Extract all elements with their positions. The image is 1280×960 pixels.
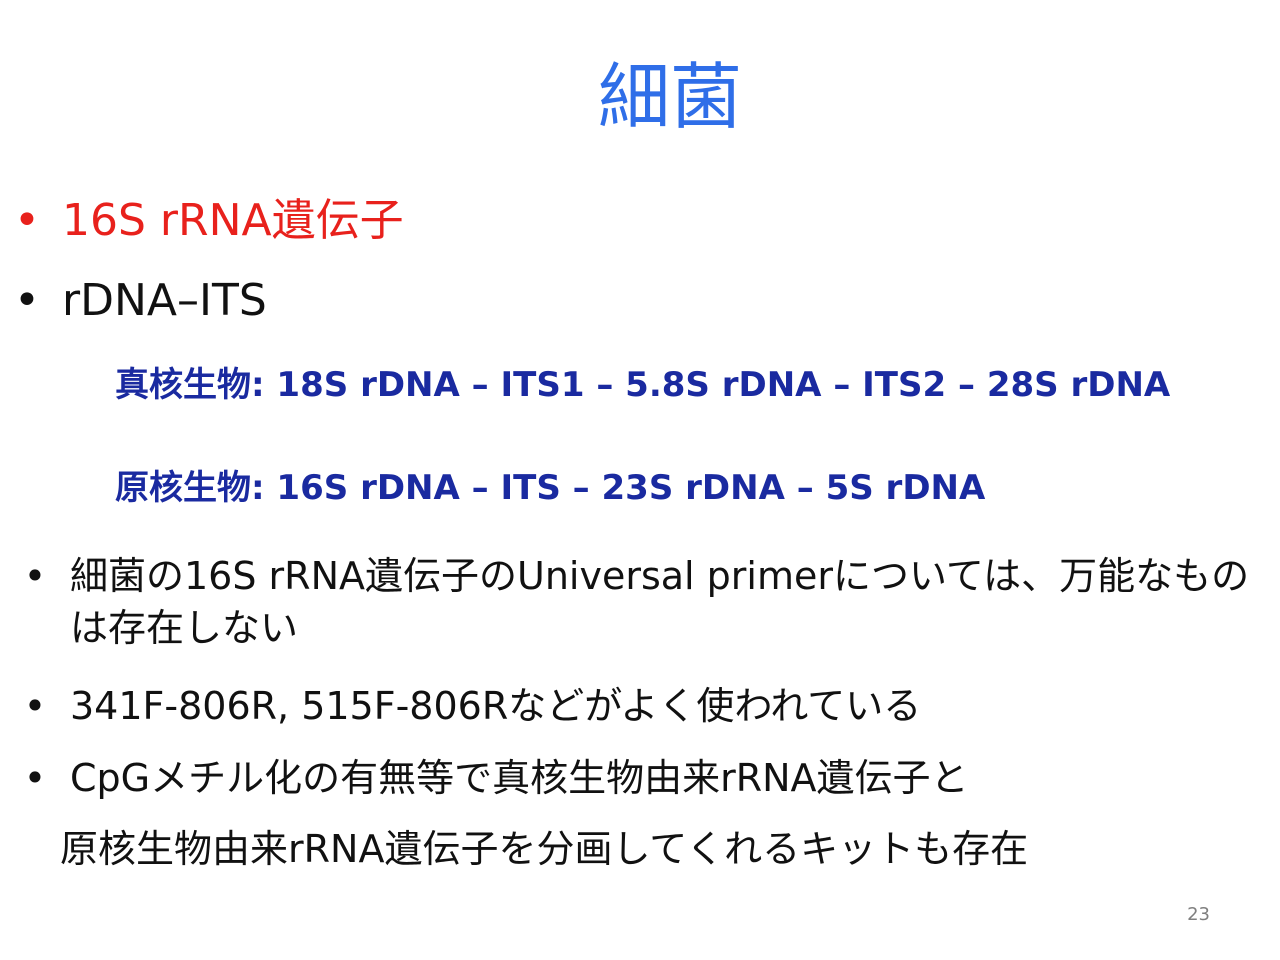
- eukaryote-line: 真核生物: 18S rDNA – ITS1 – 5.8S rDNA – ITS2…: [115, 365, 1171, 405]
- bullet-continuation: 原核生物由来rRNA遺伝子を分画してくれるキットも存在: [60, 827, 1029, 871]
- bullet-text: 341F-806R, 515F-806Rなどがよく使われている: [70, 684, 922, 728]
- bullet-text: CpGメチル化の有無等で真核生物由来rRNA遺伝子と: [70, 756, 969, 800]
- page-number: 23: [1187, 904, 1210, 925]
- bullet-dot: •: [23, 554, 47, 598]
- bullet-text: 細菌の16S rRNA遺伝子のUniversal primerについては、万能な…: [70, 554, 1250, 650]
- bullet-dot: •: [14, 195, 40, 246]
- bullet-dot: •: [14, 275, 40, 326]
- bullet-dot: •: [23, 756, 47, 800]
- bullet-text: 16S rRNA遺伝子: [62, 195, 404, 246]
- bullet-text: rDNA–ITS: [62, 275, 267, 326]
- slide-title: 細菌: [597, 55, 742, 139]
- slide: 細菌 • 16S rRNA遺伝子 • rDNA–ITS 真核生物: 18S rD…: [0, 0, 1280, 960]
- prokaryote-line: 原核生物: 16S rDNA – ITS – 23S rDNA – 5S rDN…: [115, 468, 986, 508]
- bullet-dot: •: [23, 684, 47, 728]
